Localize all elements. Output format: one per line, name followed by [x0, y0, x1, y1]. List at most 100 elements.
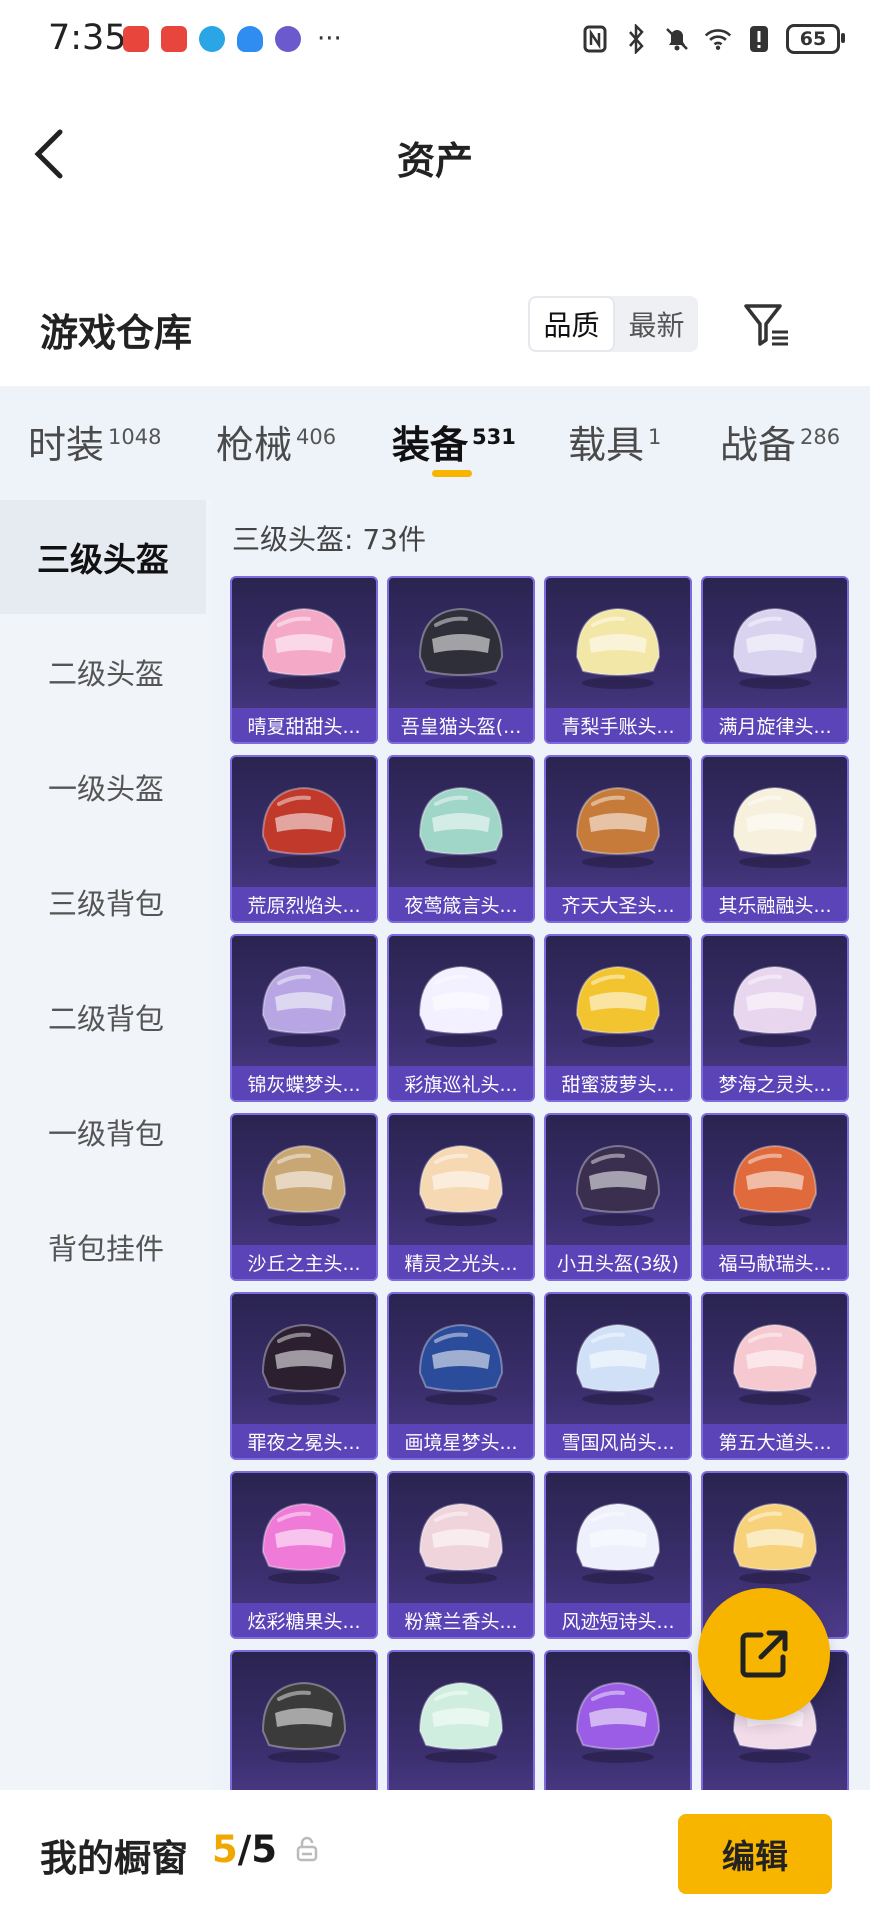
showcase-label: 我的橱窗: [40, 1837, 188, 1880]
app-notification-icon: [199, 26, 225, 52]
tab-label: 时装: [28, 423, 105, 467]
sidebar-item[interactable]: 背包挂件: [0, 1190, 212, 1304]
tab-equipment[interactable]: 装备 531: [392, 414, 516, 469]
helmet-icon: [732, 607, 818, 689]
helmet-thumbnail: [703, 936, 847, 1070]
helmet-card[interactable]: 画境星梦头...: [387, 1292, 535, 1460]
sort-quality-button[interactable]: 品质: [528, 296, 615, 352]
helmet-card[interactable]: 晴夏甜甜头...: [230, 576, 378, 744]
helmet-card[interactable]: 甜蜜菠萝头...: [544, 934, 692, 1102]
active-tab-indicator: [432, 470, 472, 477]
helmet-icon: [575, 1502, 661, 1584]
helmet-name: 粉黛兰香头...: [389, 1603, 533, 1637]
helmet-card[interactable]: 风迹短诗头...: [544, 1471, 692, 1639]
helmet-card[interactable]: 彩旗巡礼头...: [387, 934, 535, 1102]
helmet-card[interactable]: 沙丘之主头...: [230, 1113, 378, 1281]
helmet-card[interactable]: 梦海之灵头...: [701, 934, 849, 1102]
share-fab[interactable]: [698, 1588, 830, 1720]
helmet-icon: [418, 1323, 504, 1405]
helmet-thumbnail: [232, 1473, 376, 1607]
tab-supplies[interactable]: 战备 286: [720, 414, 840, 469]
helmet-card[interactable]: 荒原烈焰头...: [230, 755, 378, 923]
helmet-name: 风迹短诗头...: [546, 1603, 690, 1637]
helmet-thumbnail: [703, 578, 847, 712]
helmet-thumbnail: [389, 936, 533, 1070]
nfc-icon: [581, 24, 609, 54]
helmet-name: 沙丘之主头...: [232, 1245, 376, 1279]
showcase-total: /5: [237, 1828, 278, 1871]
helmet-name: 满月旋律头...: [703, 708, 847, 742]
tab-weapons[interactable]: 枪械 406: [216, 414, 336, 469]
helmet-thumbnail: [389, 1473, 533, 1607]
helmet-name: 彩旗巡礼头...: [389, 1066, 533, 1100]
helmet-card[interactable]: 夜莺箴言头...: [387, 755, 535, 923]
tab-count: 531: [472, 425, 516, 450]
page-title: 资产: [396, 139, 473, 183]
tab-vehicles[interactable]: 载具 1: [568, 414, 661, 469]
helmet-icon: [261, 607, 347, 689]
helmet-icon: [732, 1323, 818, 1405]
helmet-icon: [575, 786, 661, 868]
helmet-card[interactable]: 其乐融融头...: [701, 755, 849, 923]
helmet-icon: [261, 1144, 347, 1226]
helmet-thumbnail: [232, 1652, 376, 1786]
helmet-card[interactable]: 青梨手账头...: [544, 576, 692, 744]
helmet-name: 梦海之灵头...: [703, 1066, 847, 1100]
sort-latest-button[interactable]: 最新: [615, 296, 698, 352]
helmet-icon: [575, 607, 661, 689]
mute-icon: [663, 24, 691, 54]
category-tabs: 时装 1048 枪械 406 装备 531 载具 1 战备 286: [0, 386, 870, 500]
nav-bar: 资产: [0, 100, 870, 210]
helmet-thumbnail: [703, 1115, 847, 1249]
edit-button[interactable]: 编辑: [678, 1814, 832, 1894]
showcase-count: 5/5: [212, 1828, 277, 1871]
helmet-card[interactable]: 齐天大圣头...: [544, 755, 692, 923]
filter-icon[interactable]: [742, 300, 796, 350]
wifi-icon: [704, 24, 732, 54]
status-bar: 7:35 ··· 65: [0, 0, 870, 86]
helmet-name: 甜蜜菠萝头...: [546, 1066, 690, 1100]
sidebar-item[interactable]: 二级背包: [0, 960, 212, 1074]
tab-label: 枪械: [216, 423, 293, 467]
app-notification-icon: [237, 26, 263, 52]
sidebar-item[interactable]: 一级背包: [0, 1075, 212, 1189]
app-notification-icon: [161, 26, 187, 52]
helmet-thumbnail: [389, 1294, 533, 1428]
helmet-card[interactable]: 满月旋律头...: [701, 576, 849, 744]
helmet-icon: [418, 1144, 504, 1226]
helmet-name: 齐天大圣头...: [546, 887, 690, 921]
helmet-icon: [418, 965, 504, 1047]
helmet-thumbnail: [546, 1115, 690, 1249]
helmet-thumbnail: [232, 578, 376, 712]
sidebar-item[interactable]: 一级头盔: [0, 730, 212, 844]
helmet-thumbnail: [546, 1473, 690, 1607]
sidebar-item[interactable]: 三级头盔: [0, 500, 206, 614]
helmet-icon: [418, 1502, 504, 1584]
helmet-icon: [732, 1144, 818, 1226]
helmet-card[interactable]: 福马献瑞头...: [701, 1113, 849, 1281]
helmet-thumbnail: [389, 578, 533, 712]
lock-icon: [296, 1836, 318, 1862]
helmet-thumbnail: [703, 757, 847, 891]
tab-count: 286: [800, 425, 841, 450]
alert-icon: [745, 24, 773, 54]
helmet-icon: [418, 1681, 504, 1763]
grid-title: 三级头盔: 73件: [232, 523, 426, 556]
helmet-card[interactable]: 雪国风尚头...: [544, 1292, 692, 1460]
helmet-card[interactable]: 第五大道头...: [701, 1292, 849, 1460]
helmet-icon: [575, 1681, 661, 1763]
tab-fashion[interactable]: 时装 1048: [28, 414, 161, 469]
helmet-card[interactable]: 锦灰蝶梦头...: [230, 934, 378, 1102]
helmet-card[interactable]: 炫彩糖果头...: [230, 1471, 378, 1639]
tab-label: 载具: [568, 423, 645, 467]
sidebar-item[interactable]: 三级背包: [0, 845, 212, 959]
helmet-card[interactable]: 吾皇猫头盔(...: [387, 576, 535, 744]
bluetooth-icon: [622, 24, 650, 54]
helmet-card[interactable]: 粉黛兰香头...: [387, 1471, 535, 1639]
sidebar-item[interactable]: 二级头盔: [0, 615, 212, 729]
helmet-thumbnail: [546, 757, 690, 891]
helmet-card[interactable]: 小丑头盔(3级): [544, 1113, 692, 1281]
helmet-card[interactable]: 罪夜之冕头...: [230, 1292, 378, 1460]
helmet-card[interactable]: 精灵之光头...: [387, 1113, 535, 1281]
helmet-icon: [418, 786, 504, 868]
